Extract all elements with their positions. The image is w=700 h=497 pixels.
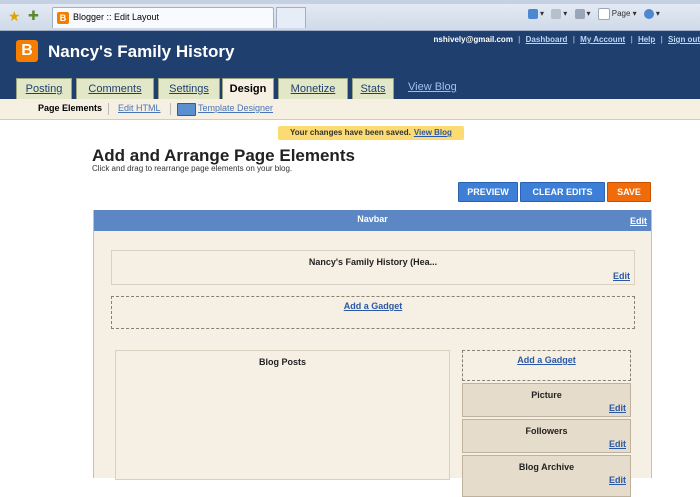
user-links: nshively@gmail.com | Dashboard | My Acco… (433, 35, 700, 44)
add-gadget-main-link[interactable]: Add a Gadget (112, 301, 634, 311)
subtab-template-designer[interactable]: Template Designer (198, 103, 273, 113)
design-subtabs: Page Elements Edit HTML Template Designe… (0, 99, 700, 120)
tools-menu[interactable]: ▾ (643, 9, 660, 19)
template-designer-icon (177, 103, 196, 116)
blog-posts-title: Blog Posts (258, 357, 306, 367)
subtab-divider (108, 103, 109, 115)
navbar-title: Navbar (357, 214, 388, 224)
add-gadget-sidebar-link[interactable]: Add a Gadget (463, 355, 630, 365)
subtab-divider (170, 103, 171, 115)
home-button[interactable]: ▾ (528, 9, 544, 19)
favorites-star-icon[interactable]: ★ (8, 9, 22, 23)
add-gadget-sidebar[interactable]: Add a Gadget (462, 350, 631, 381)
sign-out-link[interactable]: Sign out (668, 35, 700, 44)
subtab-edit-html[interactable]: Edit HTML (118, 103, 161, 113)
page-menu[interactable]: Page ▾ (597, 8, 637, 20)
blog-posts-gadget[interactable]: Blog Posts (115, 350, 450, 480)
home-icon (528, 9, 538, 19)
blogger-favicon-icon: B (57, 12, 69, 24)
page-icon (597, 8, 610, 20)
add-favorites-icon[interactable]: ✚ (28, 9, 42, 23)
header-gadget-title: Nancy's Family History (Hea... (308, 257, 438, 267)
clear-edits-button[interactable]: CLEAR EDITS (520, 182, 605, 202)
user-email: nshively@gmail.com (433, 35, 513, 44)
header-gadget-edit-link[interactable]: Edit (613, 271, 630, 281)
blogger-header: B Nancy's Family History nshively@gmail.… (0, 31, 700, 75)
subtab-page-elements[interactable]: Page Elements (38, 103, 102, 113)
feeds-button[interactable]: ▾ (551, 9, 567, 19)
layout-editor: Navbar Edit Nancy's Family History (Hea.… (93, 210, 652, 497)
tab-design[interactable]: Design (222, 78, 274, 101)
header-gadget[interactable]: Nancy's Family History (Hea... Edit (111, 250, 635, 285)
blog-title: Nancy's Family History (48, 42, 235, 61)
tab-posting[interactable]: Posting (16, 78, 72, 100)
save-button[interactable]: SAVE (607, 182, 651, 202)
tab-stats[interactable]: Stats (352, 78, 394, 100)
print-button[interactable]: ▾ (574, 9, 591, 19)
print-icon (574, 9, 585, 19)
browser-tab[interactable]: B Blogger :: Edit Layout (52, 7, 274, 28)
blog-archive-gadget-edit-link[interactable]: Edit (609, 475, 626, 485)
blog-archive-gadget-title: Blog Archive (518, 462, 575, 472)
followers-gadget[interactable]: Followers Edit (462, 419, 631, 453)
followers-gadget-title: Followers (525, 426, 568, 436)
browser-command-bar: ▾ ▾ ▾ Page ▾ ▾ (528, 8, 665, 24)
picture-gadget-title: Picture (531, 390, 562, 400)
dashboard-link[interactable]: Dashboard (526, 35, 568, 44)
followers-gadget-edit-link[interactable]: Edit (609, 439, 626, 449)
tools-icon (643, 9, 654, 19)
navbar-edit-link[interactable]: Edit (630, 216, 647, 226)
preview-button[interactable]: PREVIEW (458, 182, 518, 202)
page-menu-label: Page (611, 9, 631, 19)
blogger-logo-icon[interactable]: B (16, 40, 38, 62)
saved-notice: Your changes have been saved. View Blog (278, 126, 464, 140)
feeds-icon (551, 9, 562, 19)
add-gadget-main[interactable]: Add a Gadget (111, 296, 635, 329)
notice-view-blog-link[interactable]: View Blog (414, 128, 452, 137)
main-tabs: Posting Comments Settings Design Monetiz… (0, 75, 700, 101)
help-link[interactable]: Help (638, 35, 655, 44)
tab-comments[interactable]: Comments (76, 78, 154, 100)
blog-archive-gadget[interactable]: Blog Archive Edit (462, 455, 631, 497)
page-subtitle: Click and drag to rearrange page element… (92, 164, 293, 173)
browser-top-strip (0, 0, 700, 4)
tab-settings[interactable]: Settings (158, 78, 220, 100)
view-blog-link[interactable]: View Blog (408, 81, 457, 93)
new-tab-button[interactable] (276, 7, 306, 28)
tab-monetize[interactable]: Monetize (278, 78, 348, 100)
saved-message: Your changes have been saved. (290, 128, 411, 137)
navbar-gadget[interactable]: Navbar Edit (94, 210, 651, 231)
my-account-link[interactable]: My Account (580, 35, 625, 44)
picture-gadget[interactable]: Picture Edit (462, 383, 631, 417)
browser-tab-title: Blogger :: Edit Layout (73, 12, 160, 22)
picture-gadget-edit-link[interactable]: Edit (609, 403, 626, 413)
page-title: Add and Arrange Page Elements (92, 146, 355, 165)
browser-toolbar: ★ ✚ B Blogger :: Edit Layout ▾ ▾ ▾ Page … (0, 0, 700, 31)
